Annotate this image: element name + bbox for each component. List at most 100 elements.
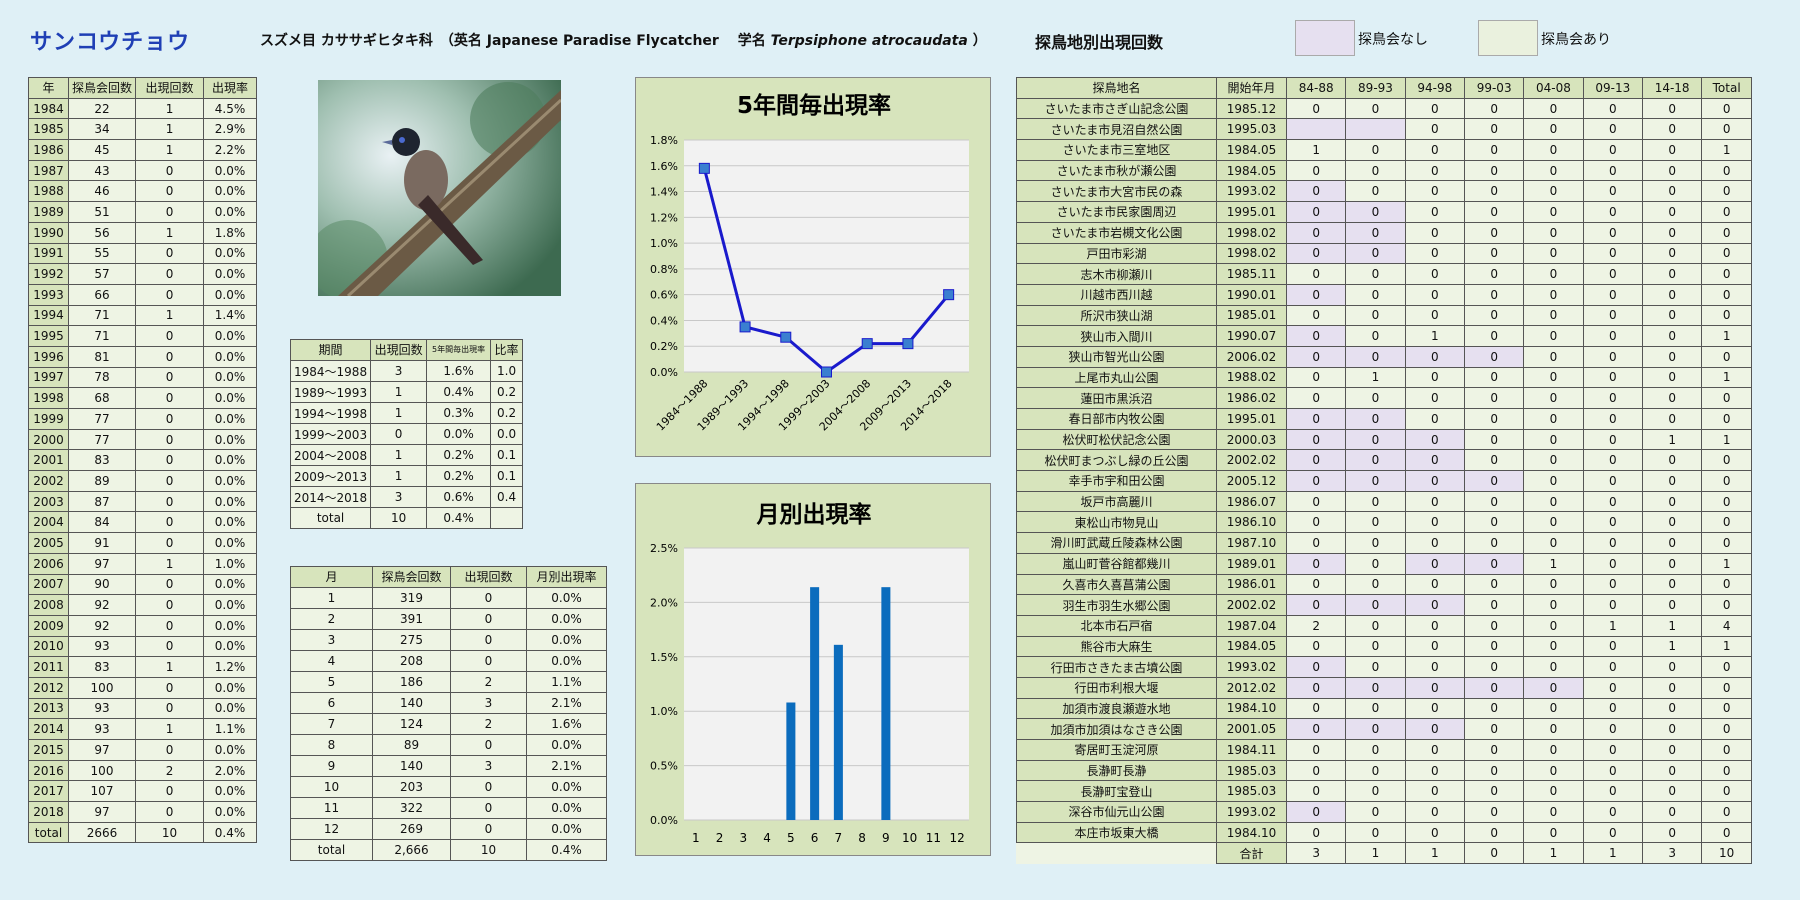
site-count-cell: 0 (1582, 428, 1643, 451)
year-row-cell: 2.9% (203, 118, 257, 141)
year-row-cell: 2016 (28, 759, 69, 782)
site-row: 長瀞町長瀞 1985.03 0 0 0 0 0 0 0 0 (1016, 759, 1752, 782)
year-row-cell: 2 (135, 759, 205, 782)
site-count-cell: 0 (1463, 759, 1525, 782)
site-count-cell: 0 (1523, 697, 1584, 720)
year-row-cell: 1 (135, 304, 205, 327)
year-row: 2003 87 0 0.0% (28, 490, 257, 513)
yearly-table-header: 年 探鳥会回数 出現回数 出現率 (28, 77, 257, 99)
site-count-cell: 0 (1285, 676, 1347, 699)
site-count-cell: 0 (1463, 221, 1525, 244)
site-count-cell: 0 (1345, 345, 1406, 368)
site-count-cell: 0 (1345, 635, 1406, 658)
site-count-cell: 0 (1582, 159, 1643, 182)
year-row-cell: 0.0% (203, 594, 257, 616)
period-row-cell: 2009～2013 (289, 465, 372, 487)
site-count-cell: 0 (1463, 408, 1525, 430)
site-count-cell: 1 (1701, 139, 1752, 161)
year-row-cell: 1997 (28, 366, 69, 389)
period-rate-chart: 5年間毎出現率 0.0% 0.2% 0.4% 0.6% 0.8% 1.0% 1.2% 1.4% 1… (635, 77, 991, 457)
site-count-cell: 1 (1345, 366, 1406, 389)
period-row-cell: 3 (370, 486, 428, 508)
site-start: 1985.01 (1216, 304, 1287, 327)
site-count-cell: 0 (1404, 180, 1465, 203)
year-row-cell: 0.0% (203, 180, 257, 203)
month-row-cell: 12 (290, 818, 373, 840)
site-count-cell: 0 (1345, 387, 1406, 409)
year-row-cell: 2010 (28, 635, 69, 658)
year-row-cell: 1.2% (203, 656, 257, 678)
site-start: 2002.02 (1216, 594, 1287, 616)
year-row-cell: 0 (135, 159, 205, 182)
site-count-cell: 0 (1523, 366, 1584, 389)
site-start: 1984.05 (1216, 159, 1287, 182)
month-row-cell: 186 (372, 671, 451, 693)
site-count-cell: 0 (1345, 594, 1406, 616)
year-row: 2001 83 0 0.0% (28, 449, 257, 472)
year-row: 1999 77 0 0.0% (28, 408, 257, 430)
site-name: さいたま市さぎ山記念公園 (1016, 97, 1217, 120)
site-count-cell: 0 (1641, 573, 1703, 596)
chart2-bar (810, 587, 820, 820)
site-count-cell: 0 (1701, 159, 1752, 182)
site-count-cell: 0 (1523, 325, 1584, 347)
site-count-cell: 0 (1582, 697, 1643, 720)
year-row-cell: 2006 (28, 552, 69, 575)
site-count-cell: 0 (1582, 366, 1643, 389)
chart2-xtick: 8 (858, 831, 866, 845)
period-table-header: 期間 出現回数 5年間毎出現率 比率 (289, 339, 523, 361)
year-row: 2015 97 0 0.0% (28, 739, 257, 761)
site-count-cell: 0 (1523, 759, 1584, 782)
site-count-cell: 0 (1523, 594, 1584, 616)
year-row: 2007 90 0 0.0% (28, 573, 257, 596)
site-total-blank (1017, 843, 1217, 864)
site-count-cell: 0 (1345, 304, 1406, 327)
year-row: 2013 93 0 0.0% (28, 697, 257, 720)
site-name: さいたま市秋が瀬公園 (1016, 159, 1217, 182)
year-row-cell: 78 (67, 366, 137, 389)
site-name: 久喜市久喜菖蒲公園 (1016, 573, 1217, 596)
year-row-cell: 0 (135, 325, 205, 347)
year-row-cell: 1 (135, 139, 205, 161)
site-count-cell: 0 (1701, 304, 1752, 327)
site-count-cell: 0 (1285, 490, 1347, 513)
site-count-cell: 0 (1463, 594, 1525, 616)
site-count-cell: 0 (1285, 470, 1347, 492)
site-count-cell: 0 (1641, 242, 1703, 265)
year-row-cell: 77 (67, 428, 137, 451)
month-row: 5 186 2 1.1% (290, 671, 607, 693)
month-row-cell: 3 (450, 692, 527, 714)
site-count-cell: 0 (1523, 428, 1584, 451)
site-row: 幸手市宇和田公園 2005.12 0 0 0 0 0 0 0 0 (1016, 470, 1752, 492)
site-count-cell: 0 (1641, 408, 1703, 430)
site-row: 羽生市羽生水郷公園 2002.02 0 0 0 0 0 0 0 0 (1016, 594, 1752, 616)
year-row-cell: 0.4% (203, 821, 257, 844)
monthly-rate-chart: 月別出現率 0.0% 0.5% 1.0% 1.5% 2.0% 2.5% 1 2 3 4 5 6 7 8 9 10… (635, 483, 991, 856)
site-count-cell: 0 (1285, 635, 1347, 658)
site-count-cell: 0 (1463, 573, 1525, 596)
year-row-cell: 0.0% (203, 801, 257, 823)
site-count-cell: 1 (1701, 325, 1752, 347)
site-count-cell: 0 (1285, 97, 1347, 120)
site-col-header: 99-03 (1463, 77, 1525, 99)
site-count-cell: 0 (1285, 304, 1347, 327)
site-name: 本庄市坂東大橋 (1016, 821, 1217, 844)
site-name: 松伏町まつぶし緑の丘公園 (1016, 449, 1217, 472)
period-row-cell: 0.0 (490, 423, 523, 445)
site-count-cell: 0 (1345, 408, 1406, 430)
period-row-cell: 0.4 (490, 486, 523, 508)
site-count-cell: 0 (1701, 759, 1752, 782)
site-row: 志木市柳瀬川 1985.11 0 0 0 0 0 0 0 0 (1016, 263, 1752, 285)
site-name: さいたま市三室地区 (1016, 139, 1217, 161)
site-name: 嵐山町菅谷館都幾川 (1016, 552, 1217, 575)
site-count-cell: 1 (1641, 428, 1703, 451)
site-start: 1995.03 (1216, 118, 1287, 141)
site-count-cell: 0 (1582, 801, 1643, 823)
chart2-title: 月別出現率 (756, 501, 872, 528)
site-start: 2005.12 (1216, 470, 1287, 492)
site-start: 1998.02 (1216, 221, 1287, 244)
month-row-cell: 10 (290, 776, 373, 798)
site-count-cell: 0 (1285, 532, 1347, 554)
site-count-cell: 0 (1582, 345, 1643, 368)
year-row: 1987 43 0 0.0% (28, 159, 257, 182)
